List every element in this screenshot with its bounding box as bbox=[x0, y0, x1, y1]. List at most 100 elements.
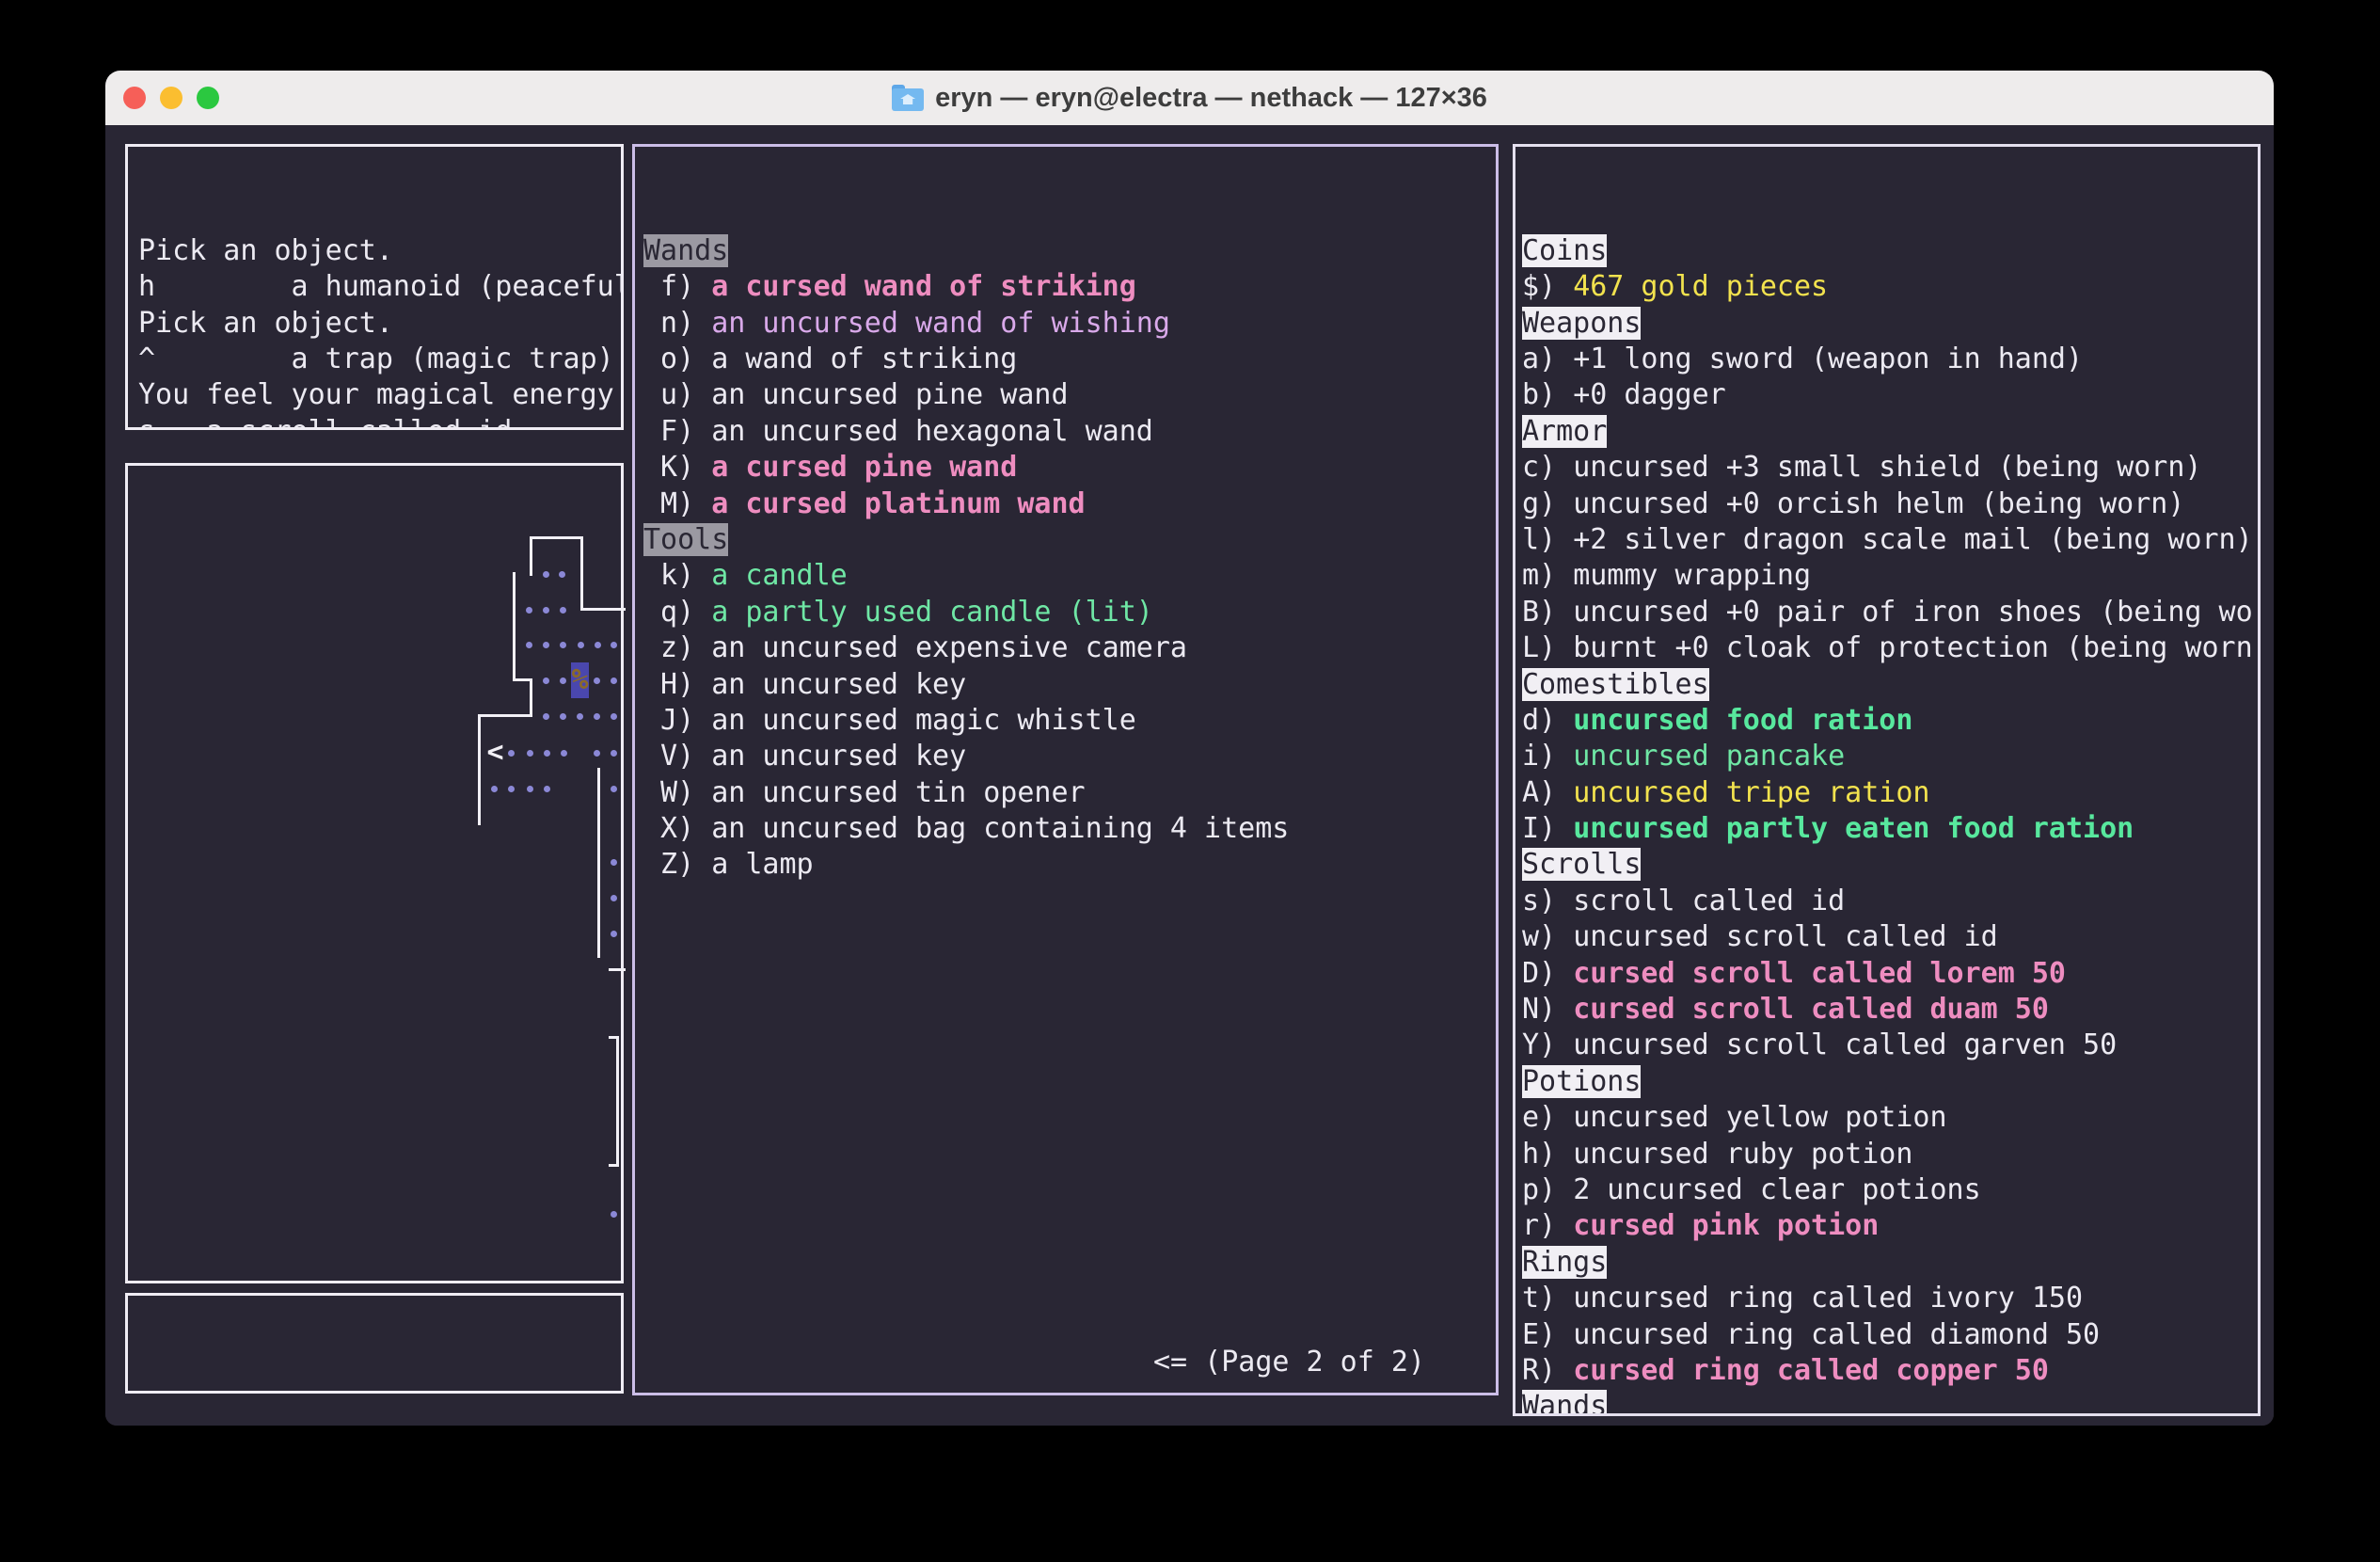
item-label: a candle bbox=[711, 559, 848, 592]
menu-item[interactable]: u) an uncursed pine wand bbox=[643, 377, 1496, 413]
inventory-item[interactable]: d) uncursed food ration bbox=[1522, 703, 2258, 739]
item-key: f) bbox=[643, 270, 711, 303]
item-key: s) bbox=[1522, 885, 1573, 917]
inventory-item[interactable]: N) cursed scroll called duam 50 bbox=[1522, 992, 2258, 1028]
item-label: uncursed +0 orcish helm (being worn) bbox=[1573, 487, 2184, 520]
inventory-item[interactable]: w) uncursed scroll called id bbox=[1522, 919, 2258, 955]
item-label: uncursed partly eaten food ration bbox=[1573, 812, 2134, 845]
item-key: Z) bbox=[643, 848, 711, 881]
menu-page-indicator[interactable]: <= (Page 2 of 2) bbox=[1153, 1345, 1425, 1380]
inventory-item[interactable]: I) uncursed partly eaten food ration bbox=[1522, 811, 2258, 847]
menu-item[interactable]: M) a cursed platinum wand bbox=[643, 486, 1496, 522]
map-panel[interactable] bbox=[125, 463, 624, 1283]
message-line: You feel your magical energy bbox=[138, 377, 621, 413]
inventory-item[interactable]: r) cursed pink potion bbox=[1522, 1208, 2258, 1244]
item-key: Y) bbox=[1522, 1028, 1573, 1061]
item-label: uncursed +3 small shield (being worn) bbox=[1573, 451, 2201, 484]
item-label: an uncursed key bbox=[711, 668, 966, 701]
menu-section-header: Wands bbox=[643, 233, 1496, 269]
message-line: Pick an object. bbox=[138, 233, 621, 269]
inventory-item[interactable]: D) cursed scroll called lorem 50 bbox=[1522, 956, 2258, 992]
inventory-item[interactable]: c) uncursed +3 small shield (being worn) bbox=[1522, 450, 2258, 486]
menu-item[interactable]: z) an uncursed expensive camera bbox=[643, 630, 1496, 666]
item-label: +0 dagger bbox=[1573, 378, 1726, 411]
item-key: V) bbox=[643, 740, 711, 773]
menu-item[interactable]: H) an uncursed key bbox=[643, 667, 1496, 703]
item-label: an uncursed pine wand bbox=[711, 378, 1068, 411]
item-label: uncursed yellow potion bbox=[1573, 1101, 1946, 1134]
message-line: Pick an object. bbox=[138, 306, 621, 342]
menu-item[interactable]: o) a wand of striking bbox=[643, 342, 1496, 377]
item-label: an uncursed hexagonal wand bbox=[711, 415, 1153, 448]
item-label: uncursed tripe ration bbox=[1573, 776, 1929, 809]
menu-item[interactable]: V) an uncursed key bbox=[643, 739, 1496, 774]
inventory-item[interactable]: l) +2 silver dragon scale mail (being wo… bbox=[1522, 522, 2258, 558]
item-key: e) bbox=[1522, 1101, 1573, 1134]
menu-section-header: Weapons bbox=[1522, 306, 2258, 342]
inventory-item[interactable]: s) scroll called id bbox=[1522, 884, 2258, 919]
item-key: w) bbox=[1522, 920, 1573, 953]
item-key: l) bbox=[1522, 523, 1573, 556]
item-key: o) bbox=[643, 343, 711, 375]
inventory-item[interactable]: t) uncursed ring called ivory 150 bbox=[1522, 1281, 2258, 1316]
item-key: K) bbox=[643, 451, 711, 484]
menu-item[interactable]: J) an uncursed magic whistle bbox=[643, 703, 1496, 739]
item-key: r) bbox=[1522, 1209, 1573, 1242]
message-line: h a humanoid (peaceful bbox=[138, 269, 621, 305]
item-label: burnt +0 cloak of protection (being worn bbox=[1573, 631, 2252, 664]
item-key: k) bbox=[643, 559, 711, 592]
inventory-item[interactable]: B) uncursed +0 pair of iron shoes (being… bbox=[1522, 595, 2258, 630]
inventory-item[interactable]: A) uncursed tripe ration bbox=[1522, 775, 2258, 811]
menu-item[interactable]: W) an uncursed tin opener bbox=[643, 775, 1496, 811]
item-key: d) bbox=[1522, 704, 1573, 737]
inventory-item[interactable]: m) mummy wrapping bbox=[1522, 558, 2258, 594]
item-key: M) bbox=[643, 487, 711, 520]
item-key: t) bbox=[1522, 1282, 1573, 1315]
inventory-item[interactable]: R) cursed ring called copper 50 bbox=[1522, 1353, 2258, 1389]
item-label: a cursed wand of striking bbox=[711, 270, 1136, 303]
item-label: a lamp bbox=[711, 848, 813, 881]
inventory-item[interactable]: p) 2 uncursed clear potions bbox=[1522, 1172, 2258, 1208]
inventory-item[interactable]: E) uncursed ring called diamond 50 bbox=[1522, 1317, 2258, 1353]
menu-item[interactable]: Z) a lamp bbox=[643, 847, 1496, 883]
menu-item[interactable]: X) an uncursed bag containing 4 items bbox=[643, 811, 1496, 847]
inventory-menu[interactable]: Coins$) 467 gold piecesWeaponsa) +1 long… bbox=[1513, 144, 2261, 1416]
item-key: q) bbox=[643, 596, 711, 629]
inventory-item[interactable]: g) uncursed +0 orcish helm (being worn) bbox=[1522, 486, 2258, 522]
inventory-item[interactable]: a) +1 long sword (weapon in hand) bbox=[1522, 342, 2258, 377]
inventory-item[interactable]: L) burnt +0 cloak of protection (being w… bbox=[1522, 630, 2258, 666]
inventory-item[interactable]: h) uncursed ruby potion bbox=[1522, 1137, 2258, 1172]
menu-section-header: Coins bbox=[1522, 233, 2258, 269]
inventory-item[interactable]: b) +0 dagger bbox=[1522, 377, 2258, 413]
item-label: cursed scroll called lorem 50 bbox=[1573, 957, 2066, 990]
message-line: s - a scroll called id. bbox=[138, 414, 621, 430]
item-key: E) bbox=[1522, 1318, 1573, 1351]
terminal-content[interactable]: Pick an object.h a humanoid (peacefulPic… bbox=[105, 125, 2274, 1426]
menu-section-header: Armor bbox=[1522, 414, 2258, 450]
window-title: eryn — eryn@electra — nethack — 127×36 bbox=[935, 83, 1487, 114]
item-label: an uncursed bag containing 4 items bbox=[711, 812, 1289, 845]
menu-item[interactable]: k) a candle bbox=[643, 558, 1496, 594]
item-label: an uncursed key bbox=[711, 740, 966, 773]
menu-item[interactable]: n) an uncursed wand of wishing bbox=[643, 306, 1496, 342]
item-key: b) bbox=[1522, 378, 1573, 411]
menu-section-header: Comestibles bbox=[1522, 667, 2258, 703]
inventory-item[interactable]: $) 467 gold pieces bbox=[1522, 269, 2258, 305]
window-titlebar[interactable]: eryn — eryn@electra — nethack — 127×36 bbox=[105, 71, 2274, 126]
item-label: cursed ring called copper 50 bbox=[1573, 1354, 2049, 1387]
item-key: i) bbox=[1522, 740, 1573, 773]
menu-item[interactable]: K) a cursed pine wand bbox=[643, 450, 1496, 486]
inventory-page2-menu[interactable]: Wands f) a cursed wand of striking n) an… bbox=[632, 144, 1499, 1395]
menu-item[interactable]: q) a partly used candle (lit) bbox=[643, 595, 1496, 630]
menu-item[interactable]: f) a cursed wand of striking bbox=[643, 269, 1496, 305]
inventory-item[interactable]: Y) uncursed scroll called garven 50 bbox=[1522, 1028, 2258, 1063]
item-label: +1 long sword (weapon in hand) bbox=[1573, 343, 2083, 375]
inventory-item[interactable]: e) uncursed yellow potion bbox=[1522, 1100, 2258, 1136]
inventory-item[interactable]: i) uncursed pancake bbox=[1522, 739, 2258, 774]
status-panel: [Eryn the Fighter Dlvl:9 $:467 HP:40(56)… bbox=[125, 1293, 624, 1394]
menu-item[interactable]: F) an uncursed hexagonal wand bbox=[643, 414, 1496, 450]
item-label: uncursed scroll called id bbox=[1573, 920, 1998, 953]
folder-icon bbox=[892, 85, 924, 111]
item-key: I) bbox=[1522, 812, 1573, 845]
item-key: z) bbox=[643, 631, 711, 664]
